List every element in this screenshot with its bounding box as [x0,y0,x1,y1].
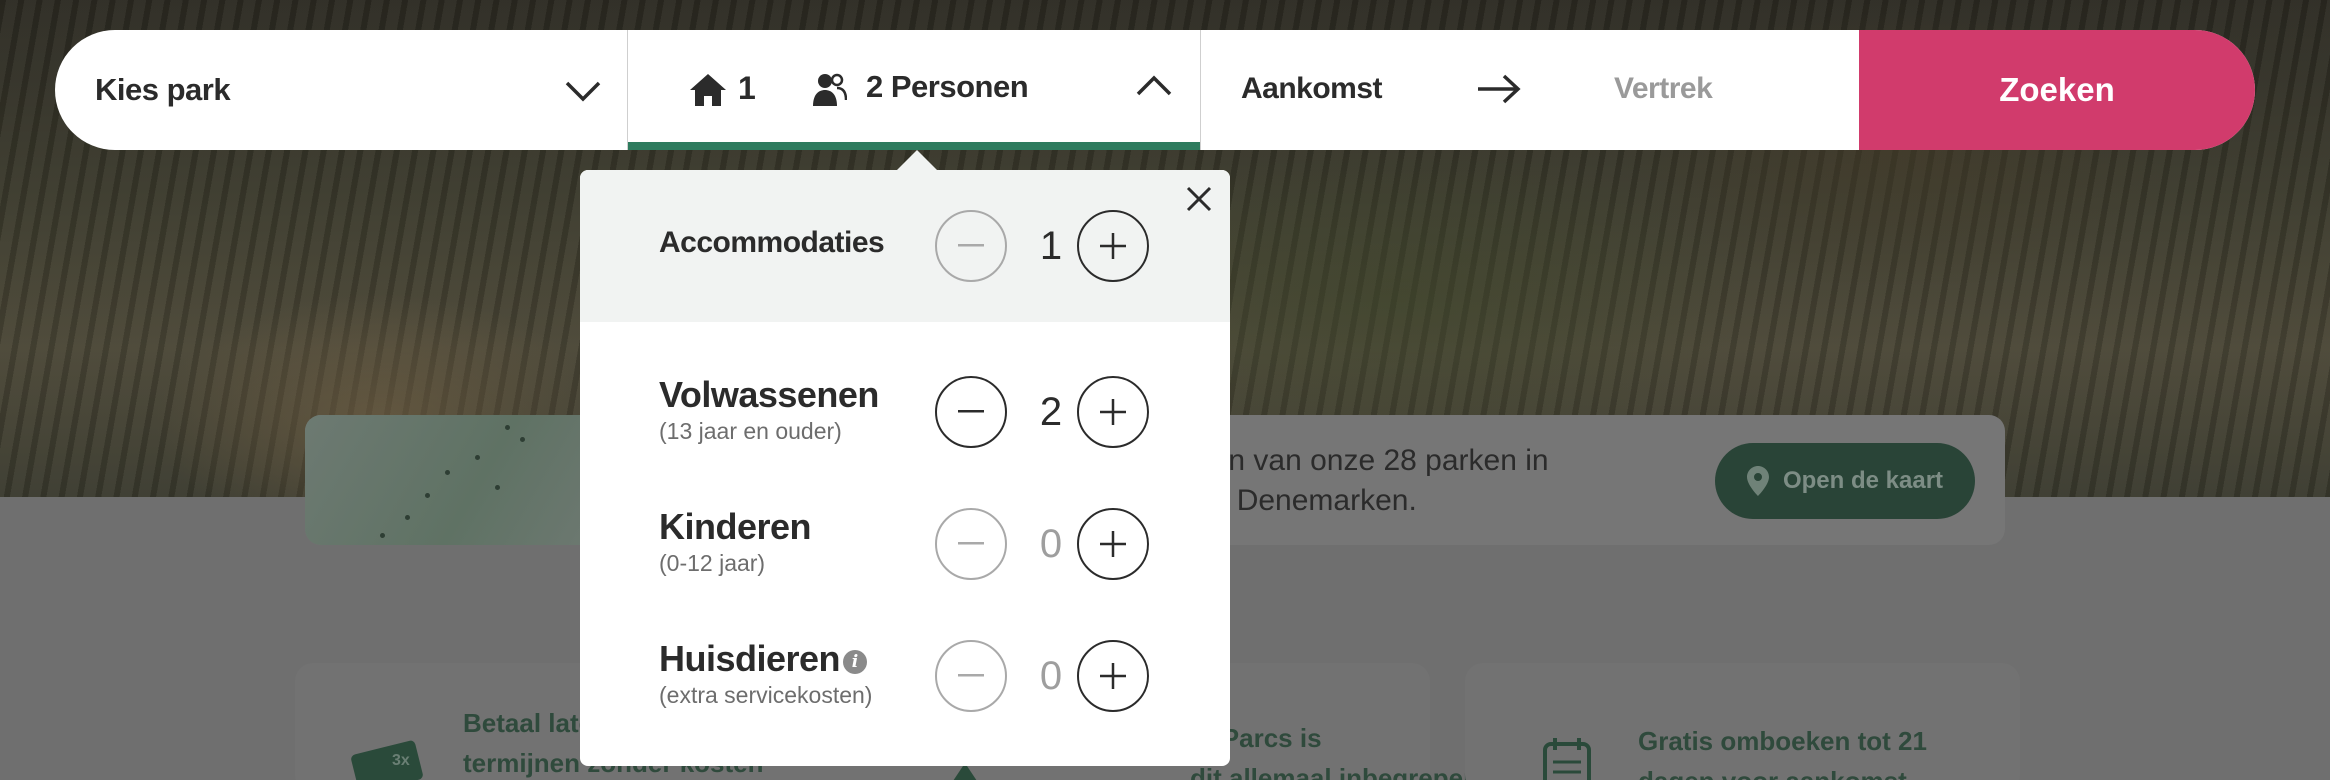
card-installments-icon: 3x [351,740,423,780]
usp-card-rebook: Gratis omboeken tot 21 dagen voor aankom… [1465,663,2020,780]
guests-select[interactable]: 1 2 Personen [628,30,1201,150]
adults-sublabel: (13 jaar en ouder) [659,418,842,444]
map-banner-text-line1: één van onze 28 parken in [1195,444,1549,477]
search-bar: Kies park 1 2 Personen Aankomst Vertrek … [55,30,2255,150]
adults-increment-button[interactable] [1077,376,1149,448]
accommodations-label: Accommodaties [659,226,885,259]
chevron-down-icon [565,81,601,102]
usp-rebook-line1: Gratis omboeken tot 21 [1638,726,1927,756]
pets-increment-button[interactable] [1077,640,1149,712]
popover-caret [895,150,939,172]
location-pin-icon [1746,466,1769,496]
accommodations-count: 1 [738,70,756,106]
dates-select[interactable]: Aankomst Vertrek [1201,30,1859,150]
pets-decrement-button[interactable] [935,640,1007,712]
house-icon [690,74,726,106]
park-select[interactable]: Kies park [55,30,628,150]
plus-icon [1100,233,1126,259]
pets-sublabel: (extra servicekosten) [659,682,873,708]
search-button[interactable]: Zoeken [1859,30,2255,150]
calendar-icon [1543,738,1591,780]
minus-icon [958,410,984,413]
children-decrement-button[interactable] [935,508,1007,580]
open-map-button[interactable]: Open de kaart [1715,443,1975,519]
chevron-up-icon [1136,75,1172,96]
open-map-button-label: Open de kaart [1782,467,1944,494]
adults-row: Volwassenen (13 jaar en ouder) 2 [580,362,1230,462]
info-icon[interactable]: i [843,650,867,674]
arrow-right-icon [1478,74,1521,104]
pets-value: 0 [1039,654,1063,698]
minus-icon [958,542,984,545]
search-button-label: Zoeken [1999,71,2115,108]
park-select-label: Kies park [95,72,231,107]
plus-icon [1100,663,1126,689]
adults-decrement-button[interactable] [935,376,1007,448]
usp-included-line1: er Parcs is [1190,723,1322,753]
plus-icon [1100,399,1126,425]
map-banner-text-line2: en Denemarken. [1195,484,1417,517]
usp-rebook-line2: dagen voor aankomst [1638,761,1998,780]
minus-icon [958,244,984,247]
map-thumbnail [305,415,585,545]
plus-icon [1100,531,1126,557]
accommodations-value: 1 [1039,224,1063,268]
persons-label: 2 Personen [866,69,1029,104]
adults-label: Volwassenen [659,374,879,415]
children-label: Kinderen [659,506,812,547]
departure-date-field[interactable]: Vertrek [1614,72,1713,106]
accommodations-increment-button[interactable] [1077,210,1149,282]
accommodations-decrement-button[interactable] [935,210,1007,282]
children-value: 0 [1039,522,1063,566]
accommodations-row: Accommodaties 1 [580,196,1230,296]
children-sublabel: (0-12 jaar) [659,550,766,576]
map-banner-text: één van onze 28 parken in en Denemarken. [1195,441,1655,521]
arrival-date-field[interactable]: Aankomst [1241,72,1383,106]
usp-included-line2: dit allemaal inbegrepen [1190,763,1479,780]
children-row: Kinderen (0-12 jaar) 0 [580,494,1230,594]
pets-label: Huisdieren [659,638,841,679]
guests-popover: Accommodaties 1 Volwassenen (13 jaar en … [580,170,1230,766]
minus-icon [958,674,984,677]
usp-badge: 3x [392,752,410,769]
pets-row: Huisdieren i (extra servicekosten) 0 [580,626,1230,726]
children-increment-button[interactable] [1077,508,1149,580]
persons-icon [813,73,847,106]
adults-value: 2 [1039,390,1063,434]
active-segment-underline [628,142,1200,150]
